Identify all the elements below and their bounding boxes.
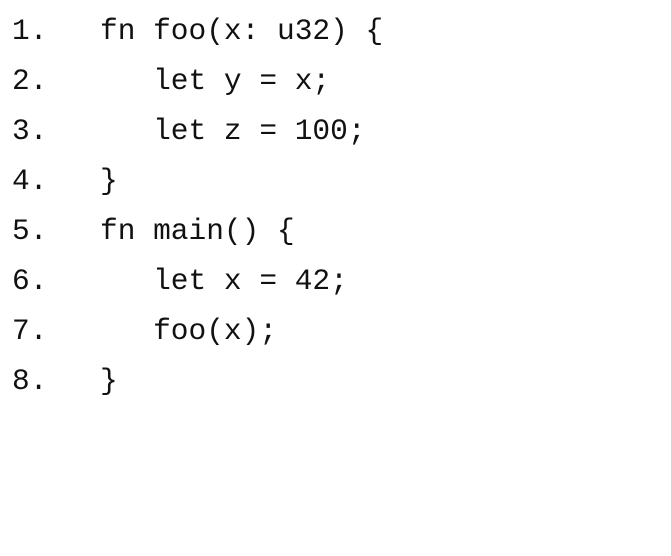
line-code: let x = 42;	[100, 264, 348, 298]
line-number: 8.	[12, 364, 48, 398]
code-line-8: 8. }	[0, 356, 671, 406]
line-number: 1.	[12, 14, 48, 48]
line-code: }	[100, 364, 118, 398]
code-line-6: 6. let x = 42;	[0, 256, 671, 306]
line-number: 2.	[12, 64, 48, 98]
code-line-2: 2. let y = x;	[0, 56, 671, 106]
line-number: 7.	[12, 314, 48, 348]
code-line-1: 1. fn foo(x: u32) {	[0, 6, 671, 56]
line-code: let z = 100;	[100, 114, 366, 148]
line-code: fn main() {	[100, 214, 295, 248]
line-number: 3.	[12, 114, 48, 148]
line-code: fn foo(x: u32) {	[100, 14, 384, 48]
line-code: let y = x;	[100, 64, 331, 98]
line-number: 6.	[12, 264, 48, 298]
line-code: }	[100, 164, 118, 198]
line-number: 5.	[12, 214, 48, 248]
code-listing: 1. fn foo(x: u32) { 2. let y = x; 3. let…	[0, 6, 671, 406]
code-line-7: 7. foo(x);	[0, 306, 671, 356]
line-number: 4.	[12, 164, 48, 198]
code-line-4: 4. }	[0, 156, 671, 206]
line-code: foo(x);	[100, 314, 278, 348]
code-line-3: 3. let z = 100;	[0, 106, 671, 156]
code-line-5: 5. fn main() {	[0, 206, 671, 256]
